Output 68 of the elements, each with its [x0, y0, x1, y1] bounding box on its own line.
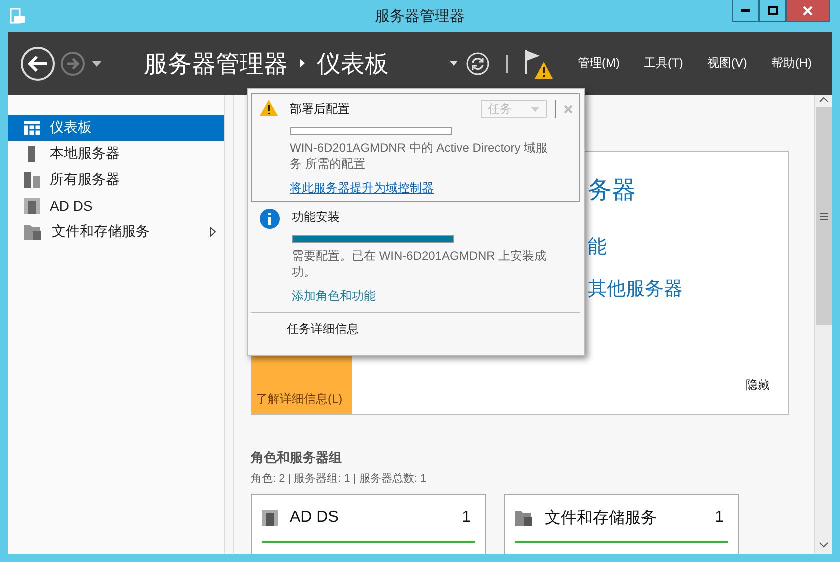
sidebar-item-label: 文件和存储服务 — [52, 223, 151, 241]
close-icon — [803, 6, 813, 16]
grid-icon — [24, 121, 40, 135]
sidebar-item[interactable]: AD DS — [8, 193, 224, 219]
server-rack-icon — [262, 510, 278, 526]
scrollbar[interactable] — [814, 95, 832, 554]
menu-item[interactable]: 视图(V) — [699, 55, 756, 72]
minimize-button[interactable] — [732, 0, 759, 22]
welcome-link[interactable]: 其他服务器 — [588, 276, 788, 302]
notification-item[interactable]: 功能安装 需要配置。已在 WIN-6D201AGMDNR 上安装成功。 添加角色和功能 — [251, 202, 580, 310]
role-count: 1 — [462, 509, 471, 527]
menu-item[interactable]: 管理(M) — [570, 55, 628, 72]
notification-message: 需要配置。已在 WIN-6D201AGMDNR 上安装成功。 — [292, 248, 548, 280]
refresh-button[interactable] — [466, 52, 490, 76]
grip-icon — [820, 212, 828, 220]
sidebar-item-label: 所有服务器 — [50, 171, 121, 189]
role-name: AD DS — [290, 509, 340, 527]
menu-item[interactable]: 工具(T) — [636, 55, 692, 72]
caret-icon — [531, 106, 540, 112]
role-card[interactable]: AD DS 1 — [251, 494, 486, 554]
folder-icon — [24, 224, 42, 240]
section-summary: 角色: 2 | 服务器组: 1 | 服务器总数: 1 — [251, 472, 428, 486]
notification-item[interactable]: 部署后配置 任务 WIN-6D201AGMDNR 中的 Active Directory 域服务 所需的配置 将此服务器提升为域控制器 — [251, 93, 580, 202]
chevron-icon — [300, 59, 305, 68]
notification-title: 部署后配置 — [290, 100, 351, 118]
toolbar-separator-icon — [506, 54, 508, 72]
sidebar-item[interactable]: 本地服务器 — [8, 141, 224, 167]
notification-link[interactable]: 将此服务器提升为域控制器 — [290, 180, 573, 197]
info-icon — [260, 209, 280, 229]
back-button[interactable] — [20, 46, 56, 82]
breadcrumb-item[interactable]: 服务器管理器 — [144, 48, 288, 80]
hide-button[interactable]: 隐藏 — [746, 377, 770, 394]
sidebar-item-label: 仪表板 — [50, 119, 93, 137]
scroll-up-icon — [818, 97, 828, 103]
notifications-flag-button[interactable] — [524, 48, 554, 80]
maximize-button[interactable] — [759, 0, 786, 22]
minimize-icon — [741, 9, 750, 12]
scroll-down-icon — [818, 542, 828, 548]
notification-title: 功能安装 — [292, 209, 341, 226]
menu-item[interactable]: 帮助(H) — [763, 55, 820, 72]
separator-icon — [555, 100, 556, 118]
welcome-link[interactable]: 务器 — [588, 174, 788, 206]
sidebar-item-label: AD DS — [50, 198, 94, 214]
app-icon — [10, 8, 26, 24]
role-name: 文件和存储服务 — [545, 508, 658, 528]
sidebar-item-label: 本地服务器 — [50, 145, 121, 163]
sidebar-item[interactable]: 所有服务器 — [8, 167, 224, 193]
sidebar-item[interactable]: 文件和存储服务 — [8, 219, 224, 245]
task-details-button[interactable]: 任务详细信息 — [251, 312, 580, 338]
breadcrumb-dropdown-icon[interactable] — [450, 61, 458, 66]
warning-icon — [260, 100, 278, 116]
window-title: 服务器管理器 — [375, 7, 465, 26]
folder-icon — [515, 510, 533, 526]
forward-button[interactable] — [60, 50, 86, 76]
notification-link[interactable]: 添加角色和功能 — [292, 288, 573, 305]
role-count: 1 — [715, 509, 724, 527]
breadcrumb-item[interactable]: 仪表板 — [317, 48, 389, 80]
close-button[interactable] — [786, 0, 830, 22]
learn-more-link[interactable]: 了解详细信息(L) — [256, 391, 343, 408]
notification-message: WIN-6D201AGMDNR 中的 Active Directory 域服务 所需的配置 — [290, 140, 550, 172]
sidebar-item[interactable]: 仪表板 — [8, 115, 224, 141]
role-card[interactable]: 文件和存储服务 1 — [504, 494, 739, 554]
server-rack-icon — [24, 198, 40, 214]
welcome-link[interactable]: 能 — [588, 234, 788, 260]
history-dropdown-icon[interactable] — [92, 60, 102, 66]
section-title: 角色和服务器组 — [251, 449, 343, 467]
maximize-icon — [768, 6, 778, 15]
servers-icon — [24, 172, 40, 188]
